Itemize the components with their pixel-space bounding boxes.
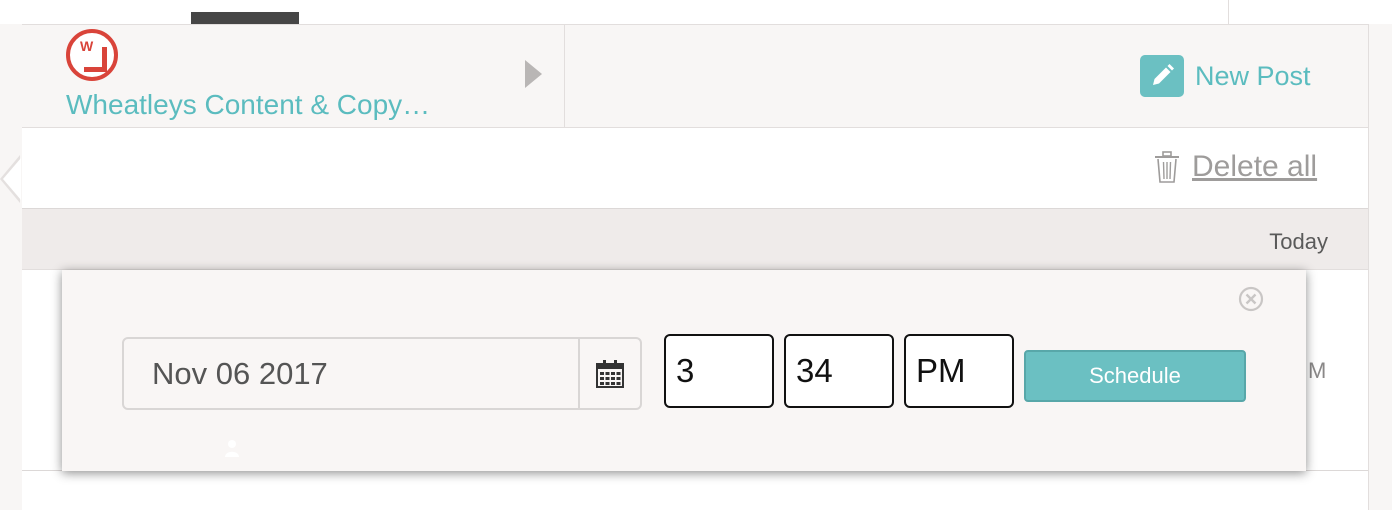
calendar-icon[interactable] bbox=[595, 359, 625, 389]
divider bbox=[1228, 0, 1229, 24]
account-selector[interactable]: W Wheatleys Content & Copy… bbox=[22, 25, 565, 127]
schedule-button[interactable]: Schedule bbox=[1024, 350, 1246, 402]
top-bar bbox=[0, 0, 1392, 25]
schedule-popup: Schedule bbox=[62, 270, 1306, 471]
day-header: Today bbox=[22, 209, 1368, 270]
toolbar: Delete all bbox=[22, 128, 1368, 209]
post-time-partial: M bbox=[1308, 358, 1327, 383]
new-post-label[interactable]: New Post bbox=[1195, 61, 1311, 92]
new-post-button[interactable]: New Post bbox=[1140, 55, 1311, 97]
minute-input[interactable] bbox=[784, 334, 894, 408]
calendar-button[interactable] bbox=[578, 339, 640, 408]
chevron-right-icon[interactable] bbox=[525, 60, 542, 88]
hour-input[interactable] bbox=[664, 334, 774, 408]
account-avatar: W bbox=[66, 29, 118, 81]
delete-all-button[interactable]: Delete all bbox=[1154, 150, 1317, 184]
collapse-arrow-fill bbox=[3, 158, 21, 200]
left-panel-edge bbox=[0, 24, 23, 510]
right-panel-edge bbox=[1368, 24, 1392, 510]
day-label: Today bbox=[1269, 229, 1328, 254]
active-tab-indicator bbox=[191, 12, 299, 24]
delete-all-label[interactable]: Delete all bbox=[1192, 150, 1317, 184]
date-picker bbox=[122, 337, 642, 410]
date-input[interactable] bbox=[124, 339, 578, 408]
close-icon[interactable] bbox=[1238, 286, 1264, 312]
book-icon bbox=[84, 47, 107, 72]
ampm-input[interactable] bbox=[904, 334, 1014, 408]
trash-icon[interactable] bbox=[1154, 151, 1180, 183]
header: W Wheatleys Content & Copy… New Post bbox=[22, 25, 1368, 128]
account-name[interactable]: Wheatleys Content & Copy… bbox=[66, 89, 430, 121]
user-icon bbox=[225, 440, 239, 457]
pencil-icon[interactable] bbox=[1140, 55, 1184, 97]
